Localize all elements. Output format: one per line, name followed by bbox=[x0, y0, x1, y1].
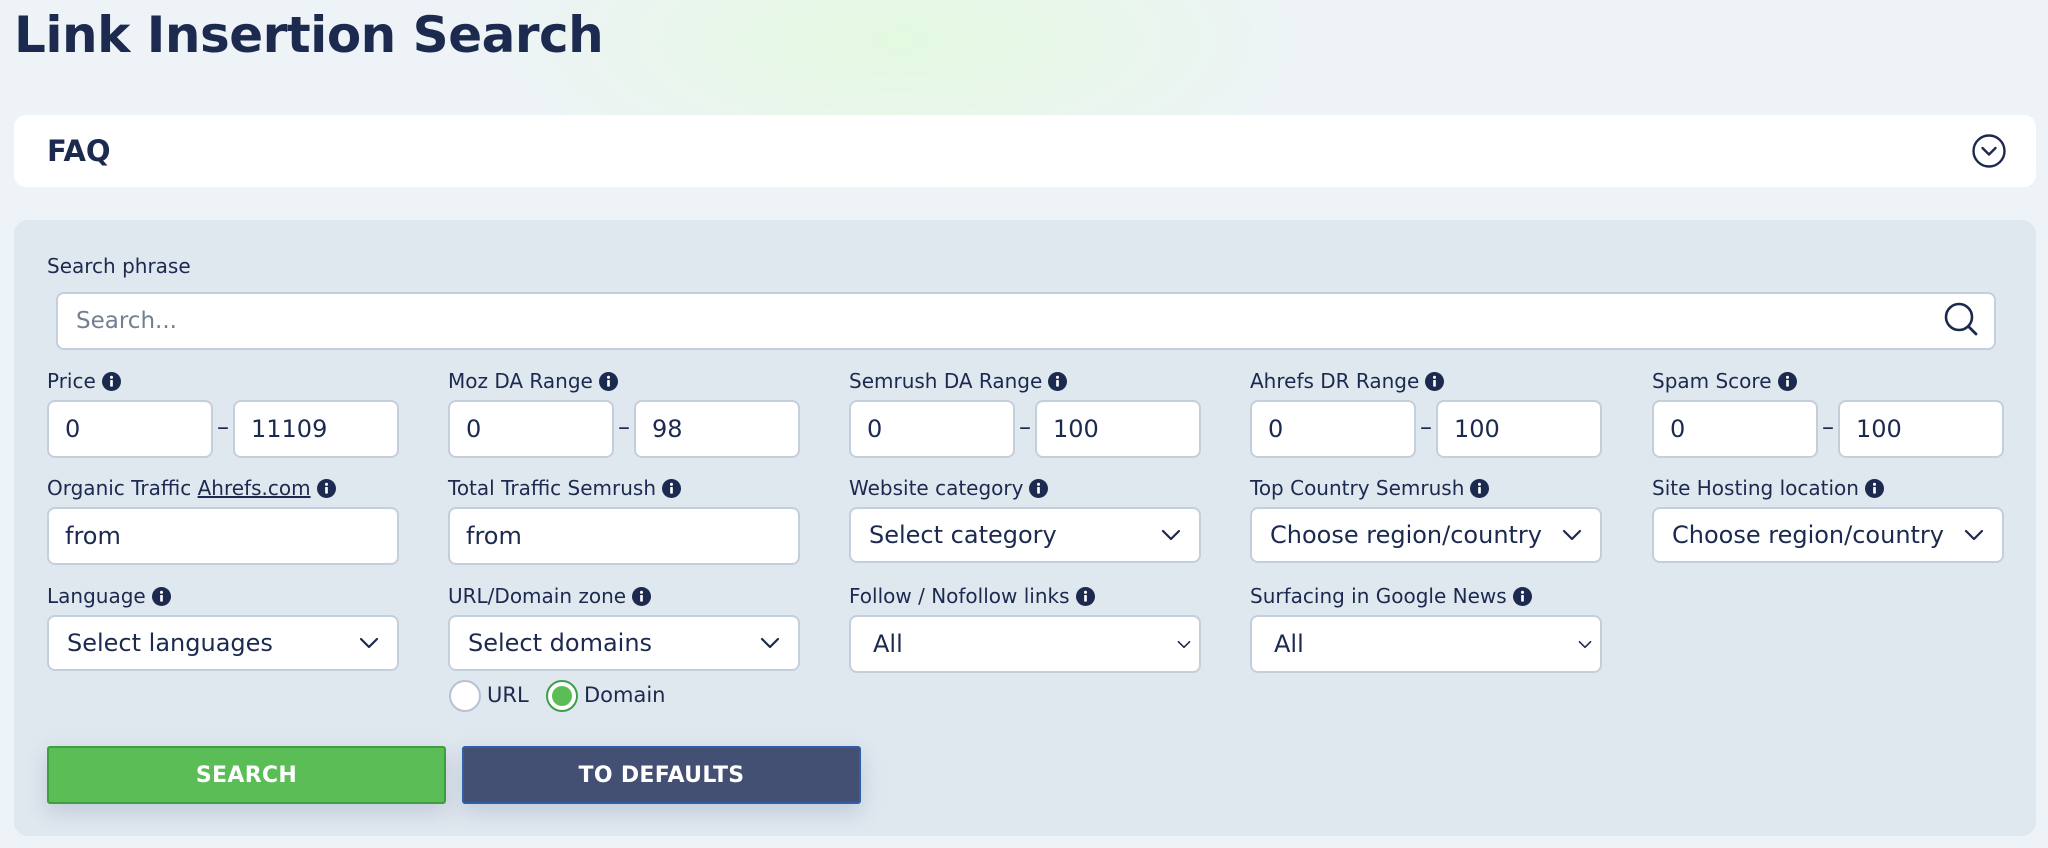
spam-score-from-input[interactable]: 0 bbox=[1652, 400, 1818, 458]
ahrefs-dr-from-input[interactable]: 0 bbox=[1250, 400, 1416, 458]
spam-score-to-input[interactable]: 100 bbox=[1838, 400, 2004, 458]
price-from-input[interactable]: 0 bbox=[47, 400, 213, 458]
price-to-input[interactable]: 11109 bbox=[233, 400, 399, 458]
language-select[interactable]: Select languages bbox=[47, 615, 399, 671]
ahrefs-link[interactable]: Ahrefs.com bbox=[198, 476, 311, 500]
info-icon[interactable] bbox=[1865, 479, 1884, 498]
google-news-label: Surfacing in Google News bbox=[1250, 583, 1532, 609]
website-category-label: Website category bbox=[849, 475, 1048, 501]
range-dash: – bbox=[217, 413, 229, 441]
hosting-location-select[interactable]: Choose region/country bbox=[1652, 507, 2004, 563]
search-icon[interactable] bbox=[1942, 300, 1980, 342]
chevron-down-icon bbox=[760, 637, 780, 649]
follow-label: Follow / Nofollow links bbox=[849, 583, 1095, 609]
moz-da-to-input[interactable]: 98 bbox=[634, 400, 800, 458]
semrush-da-to-input[interactable]: 100 bbox=[1035, 400, 1201, 458]
info-icon[interactable] bbox=[1029, 479, 1048, 498]
info-icon[interactable] bbox=[1425, 372, 1444, 391]
to-defaults-button[interactable]: TO DEFAULTS bbox=[462, 746, 861, 804]
total-traffic-label: Total Traffic Semrush bbox=[448, 475, 681, 501]
moz-da-label: Moz DA Range bbox=[448, 368, 618, 394]
language-label: Language bbox=[47, 583, 171, 609]
info-icon[interactable] bbox=[102, 372, 121, 391]
top-country-label: Top Country Semrush bbox=[1250, 475, 1489, 501]
info-icon[interactable] bbox=[662, 479, 681, 498]
search-input[interactable] bbox=[74, 307, 1942, 335]
chevron-down-icon bbox=[1964, 529, 1984, 541]
domain-zone-label: URL/Domain zone bbox=[448, 583, 651, 609]
page-title: Link Insertion Search bbox=[14, 6, 604, 64]
semrush-da-from-input[interactable]: 0 bbox=[849, 400, 1015, 458]
info-icon[interactable] bbox=[1513, 587, 1532, 606]
search-phrase-label: Search phrase bbox=[47, 254, 191, 278]
chevron-down-icon bbox=[359, 637, 379, 649]
range-dash: – bbox=[1019, 413, 1031, 441]
google-news-select[interactable]: All bbox=[1250, 615, 1602, 673]
chevron-down-icon bbox=[1562, 529, 1582, 541]
url-radio[interactable] bbox=[449, 680, 481, 712]
info-icon[interactable] bbox=[317, 479, 336, 498]
info-icon[interactable] bbox=[599, 372, 618, 391]
follow-select[interactable]: All bbox=[849, 615, 1201, 673]
range-dash: – bbox=[618, 413, 630, 441]
chevron-down-icon bbox=[1161, 529, 1181, 541]
url-radio-label: URL bbox=[487, 683, 529, 707]
domain-radio-label: Domain bbox=[584, 683, 666, 707]
faq-accordion[interactable]: FAQ bbox=[14, 115, 2036, 187]
faq-label: FAQ bbox=[47, 134, 111, 168]
search-field[interactable] bbox=[56, 292, 1996, 350]
moz-da-from-input[interactable]: 0 bbox=[448, 400, 614, 458]
chevron-down-icon bbox=[1177, 640, 1191, 649]
domain-zone-select[interactable]: Select domains bbox=[448, 615, 800, 671]
ahrefs-dr-to-input[interactable]: 100 bbox=[1436, 400, 1602, 458]
chevron-down-icon bbox=[1578, 640, 1592, 649]
website-category-select[interactable]: Select category bbox=[849, 507, 1201, 563]
ahrefs-dr-label: Ahrefs DR Range bbox=[1250, 368, 1444, 394]
top-country-select[interactable]: Choose region/country bbox=[1250, 507, 1602, 563]
info-icon[interactable] bbox=[1470, 479, 1489, 498]
hosting-location-label: Site Hosting location bbox=[1652, 475, 1884, 501]
info-icon[interactable] bbox=[1076, 587, 1095, 606]
info-icon[interactable] bbox=[632, 587, 651, 606]
info-icon[interactable] bbox=[152, 587, 171, 606]
search-button[interactable]: SEARCH bbox=[47, 746, 446, 804]
organic-traffic-input[interactable]: from bbox=[47, 507, 399, 565]
info-icon[interactable] bbox=[1778, 372, 1797, 391]
spam-score-label: Spam Score bbox=[1652, 368, 1797, 394]
price-label: Price bbox=[47, 368, 121, 394]
total-traffic-input[interactable]: from bbox=[448, 507, 800, 565]
range-dash: – bbox=[1420, 413, 1432, 441]
domain-radio[interactable] bbox=[546, 680, 578, 712]
chevron-down-circle-icon[interactable] bbox=[1972, 134, 2006, 168]
info-icon[interactable] bbox=[1048, 372, 1067, 391]
range-dash: – bbox=[1822, 413, 1834, 441]
organic-traffic-label: Organic Traffic Ahrefs.com bbox=[47, 475, 336, 501]
semrush-da-label: Semrush DA Range bbox=[849, 368, 1067, 394]
